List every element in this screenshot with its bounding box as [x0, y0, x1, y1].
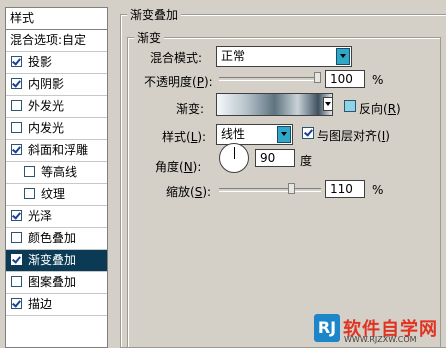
style-item[interactable]: 外发光 — [6, 96, 107, 118]
style-select[interactable]: 线性 — [216, 124, 293, 145]
angle-dial[interactable] — [219, 143, 249, 173]
style-item-label: 内阴影 — [28, 77, 65, 91]
align-with-layer-checkbox[interactable] — [302, 127, 314, 139]
gradient-overlay-title: 渐变叠加 — [127, 6, 182, 23]
style-item-checkbox[interactable] — [11, 100, 22, 111]
style-item-label: 外发光 — [28, 99, 65, 113]
gradient-picker[interactable] — [216, 93, 333, 116]
scale-label: 缩放(S): — [166, 185, 212, 199]
gradient-label: 渐变: — [176, 102, 205, 116]
angle-label: 角度(N): — [155, 160, 202, 174]
style-item-label: 颜色叠加 — [28, 231, 77, 245]
blend-mode-value: 正常 — [221, 49, 246, 63]
reverse-checkbox[interactable] — [344, 100, 356, 112]
style-item-label: 混合选项:自定 — [10, 33, 87, 47]
scale-slider-thumb[interactable] — [288, 183, 296, 194]
style-item[interactable]: 颜色叠加 — [6, 228, 107, 250]
site-logo: RJ — [314, 314, 340, 342]
style-item-label: 内发光 — [28, 121, 65, 135]
style-item-label: 纹理 — [41, 187, 66, 201]
blend-mode-select[interactable]: 正常 — [216, 46, 352, 67]
style-item[interactable]: 内阴影 — [6, 74, 107, 96]
style-item-checkbox[interactable] — [24, 166, 35, 177]
style-item-checkbox[interactable] — [11, 144, 22, 155]
style-item-label: 光泽 — [28, 209, 53, 223]
style-item[interactable]: 等高线 — [6, 162, 107, 184]
opacity-unit: % — [372, 73, 384, 87]
style-label: 样式(L): — [162, 130, 207, 144]
style-item-label: 图案叠加 — [28, 275, 77, 289]
style-item-label: 斜面和浮雕 — [28, 143, 89, 157]
styles-list: 样式 混合选项:自定投影内阴影外发光内发光斜面和浮雕等高线纹理光泽颜色叠加渐变叠… — [5, 7, 108, 348]
angle-input[interactable]: 90 — [255, 149, 295, 167]
style-item[interactable]: 图案叠加 — [6, 272, 107, 294]
style-item-label: 等高线 — [41, 165, 78, 179]
scale-unit: % — [372, 183, 384, 197]
style-item[interactable]: 投影 — [6, 52, 107, 74]
chevron-down-icon[interactable] — [336, 48, 350, 65]
style-item-checkbox[interactable] — [11, 276, 22, 287]
scale-slider[interactable] — [219, 188, 321, 192]
styles-list-title: 样式 — [6, 8, 107, 30]
style-value: 线性 — [221, 127, 246, 141]
style-item[interactable]: 光泽 — [6, 206, 107, 228]
style-item-checkbox[interactable] — [11, 232, 22, 243]
style-item[interactable]: 混合选项:自定 — [6, 30, 107, 52]
style-item-checkbox[interactable] — [11, 254, 22, 265]
align-with-layer-label: 与图层对齐(I) — [317, 129, 390, 143]
style-item-checkbox[interactable] — [24, 188, 35, 199]
site-watermark: RJ 软件自学网 WWW.RJZXW.COM — [314, 314, 442, 344]
opacity-input[interactable]: 100 — [325, 70, 365, 88]
style-item[interactable]: 描边 — [6, 294, 107, 316]
angle-unit: 度 — [300, 154, 313, 168]
style-item-checkbox[interactable] — [11, 122, 22, 133]
site-url: WWW.RJZXW.COM — [344, 335, 417, 344]
reverse-label: 反向(R) — [359, 102, 401, 116]
style-item-label: 渐变叠加 — [28, 253, 77, 267]
style-item-label: 描边 — [28, 297, 53, 311]
style-item-checkbox[interactable] — [11, 298, 22, 309]
style-item[interactable]: 纹理 — [6, 184, 107, 206]
style-item-label: 投影 — [28, 55, 53, 69]
gradient-overlay-panel: 渐变叠加 渐变 混合模式: 正常 不透明度(P): 100 % 渐变: 反向(R… — [120, 6, 446, 348]
gradient-group-title: 渐变 — [134, 29, 165, 46]
style-item-checkbox[interactable] — [11, 210, 22, 221]
style-item-checkbox[interactable] — [11, 56, 22, 67]
gradient-dropdown-arrow-icon[interactable] — [323, 97, 333, 111]
opacity-slider-thumb[interactable] — [314, 72, 321, 83]
opacity-slider[interactable] — [219, 77, 321, 81]
scale-input[interactable]: 110 — [325, 180, 365, 198]
chevron-down-icon[interactable] — [277, 126, 291, 143]
style-item-checkbox[interactable] — [11, 78, 22, 89]
style-item[interactable]: 斜面和浮雕 — [6, 140, 107, 162]
blend-mode-label: 混合模式: — [150, 51, 203, 65]
opacity-label: 不透明度(P): — [144, 75, 213, 89]
style-item[interactable]: 渐变叠加 — [6, 250, 107, 272]
style-item[interactable]: 内发光 — [6, 118, 107, 140]
